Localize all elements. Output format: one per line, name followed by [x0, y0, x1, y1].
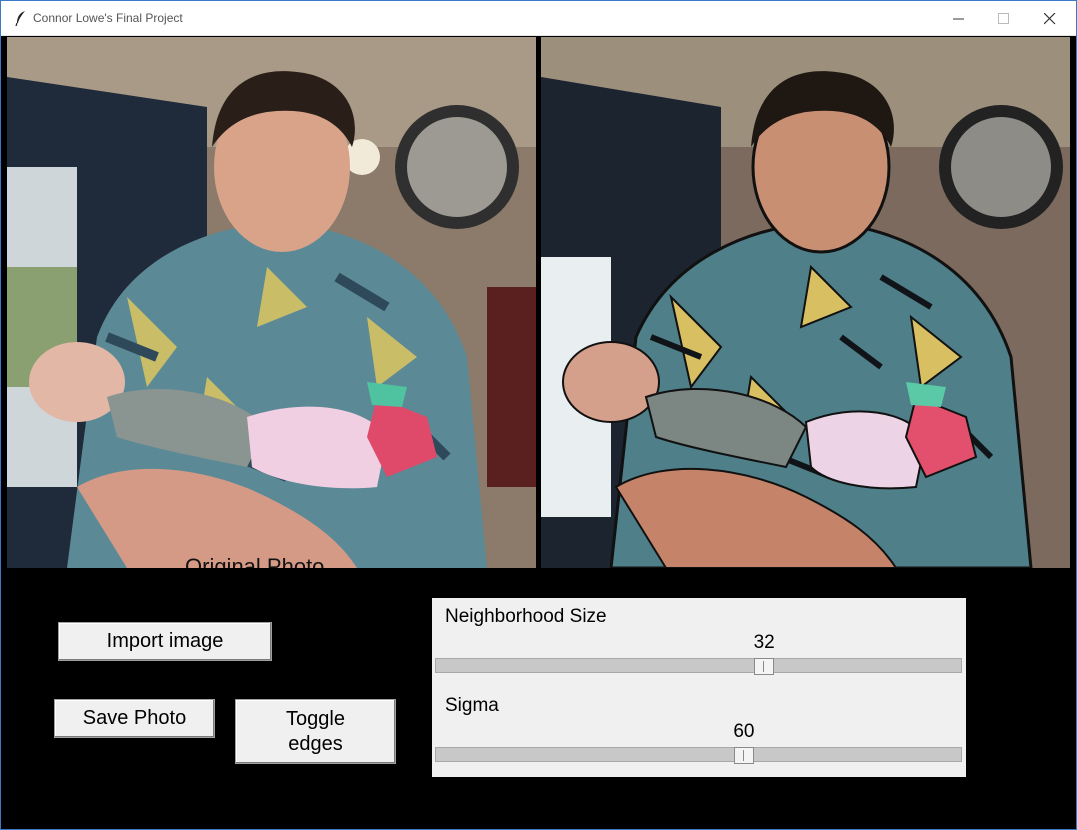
maximize-icon — [998, 13, 1009, 24]
neighborhood-size-slider-thumb[interactable] — [754, 658, 775, 675]
client-area: Original Photo Import image Save Photo T… — [5, 36, 1072, 828]
close-button[interactable] — [1027, 1, 1073, 35]
window-title: Connor Lowe's Final Project — [33, 11, 183, 25]
neighborhood-size-label: Neighborhood Size — [445, 606, 607, 627]
sigma-label: Sigma — [445, 695, 499, 716]
title-bar[interactable]: Connor Lowe's Final Project — [1, 1, 1076, 36]
sigma-slider[interactable] — [435, 747, 962, 764]
sigma-slider-thumb[interactable] — [733, 747, 754, 764]
app-window: Connor Lowe's Final Project Original Pho… — [0, 0, 1077, 830]
minimize-button[interactable] — [936, 1, 982, 35]
import-image-button[interactable]: Import image — [58, 622, 272, 661]
original-photo-caption: Original Photo — [185, 554, 324, 568]
feather-icon — [13, 10, 29, 27]
maximize-button[interactable] — [981, 1, 1027, 35]
sliders-panel: Neighborhood Size 32 Sigma 60 — [432, 598, 966, 777]
minimize-icon — [953, 18, 964, 20]
sigma-value: 60 — [733, 721, 755, 742]
processed-photo — [541, 37, 1070, 568]
neighborhood-size-value: 32 — [753, 632, 775, 653]
toggle-edges-button[interactable]: Toggle edges — [235, 699, 396, 764]
close-icon — [1044, 13, 1056, 25]
save-photo-button[interactable]: Save Photo — [54, 699, 215, 738]
neighborhood-size-slider[interactable] — [435, 658, 962, 675]
original-photo: Original Photo — [7, 37, 536, 568]
